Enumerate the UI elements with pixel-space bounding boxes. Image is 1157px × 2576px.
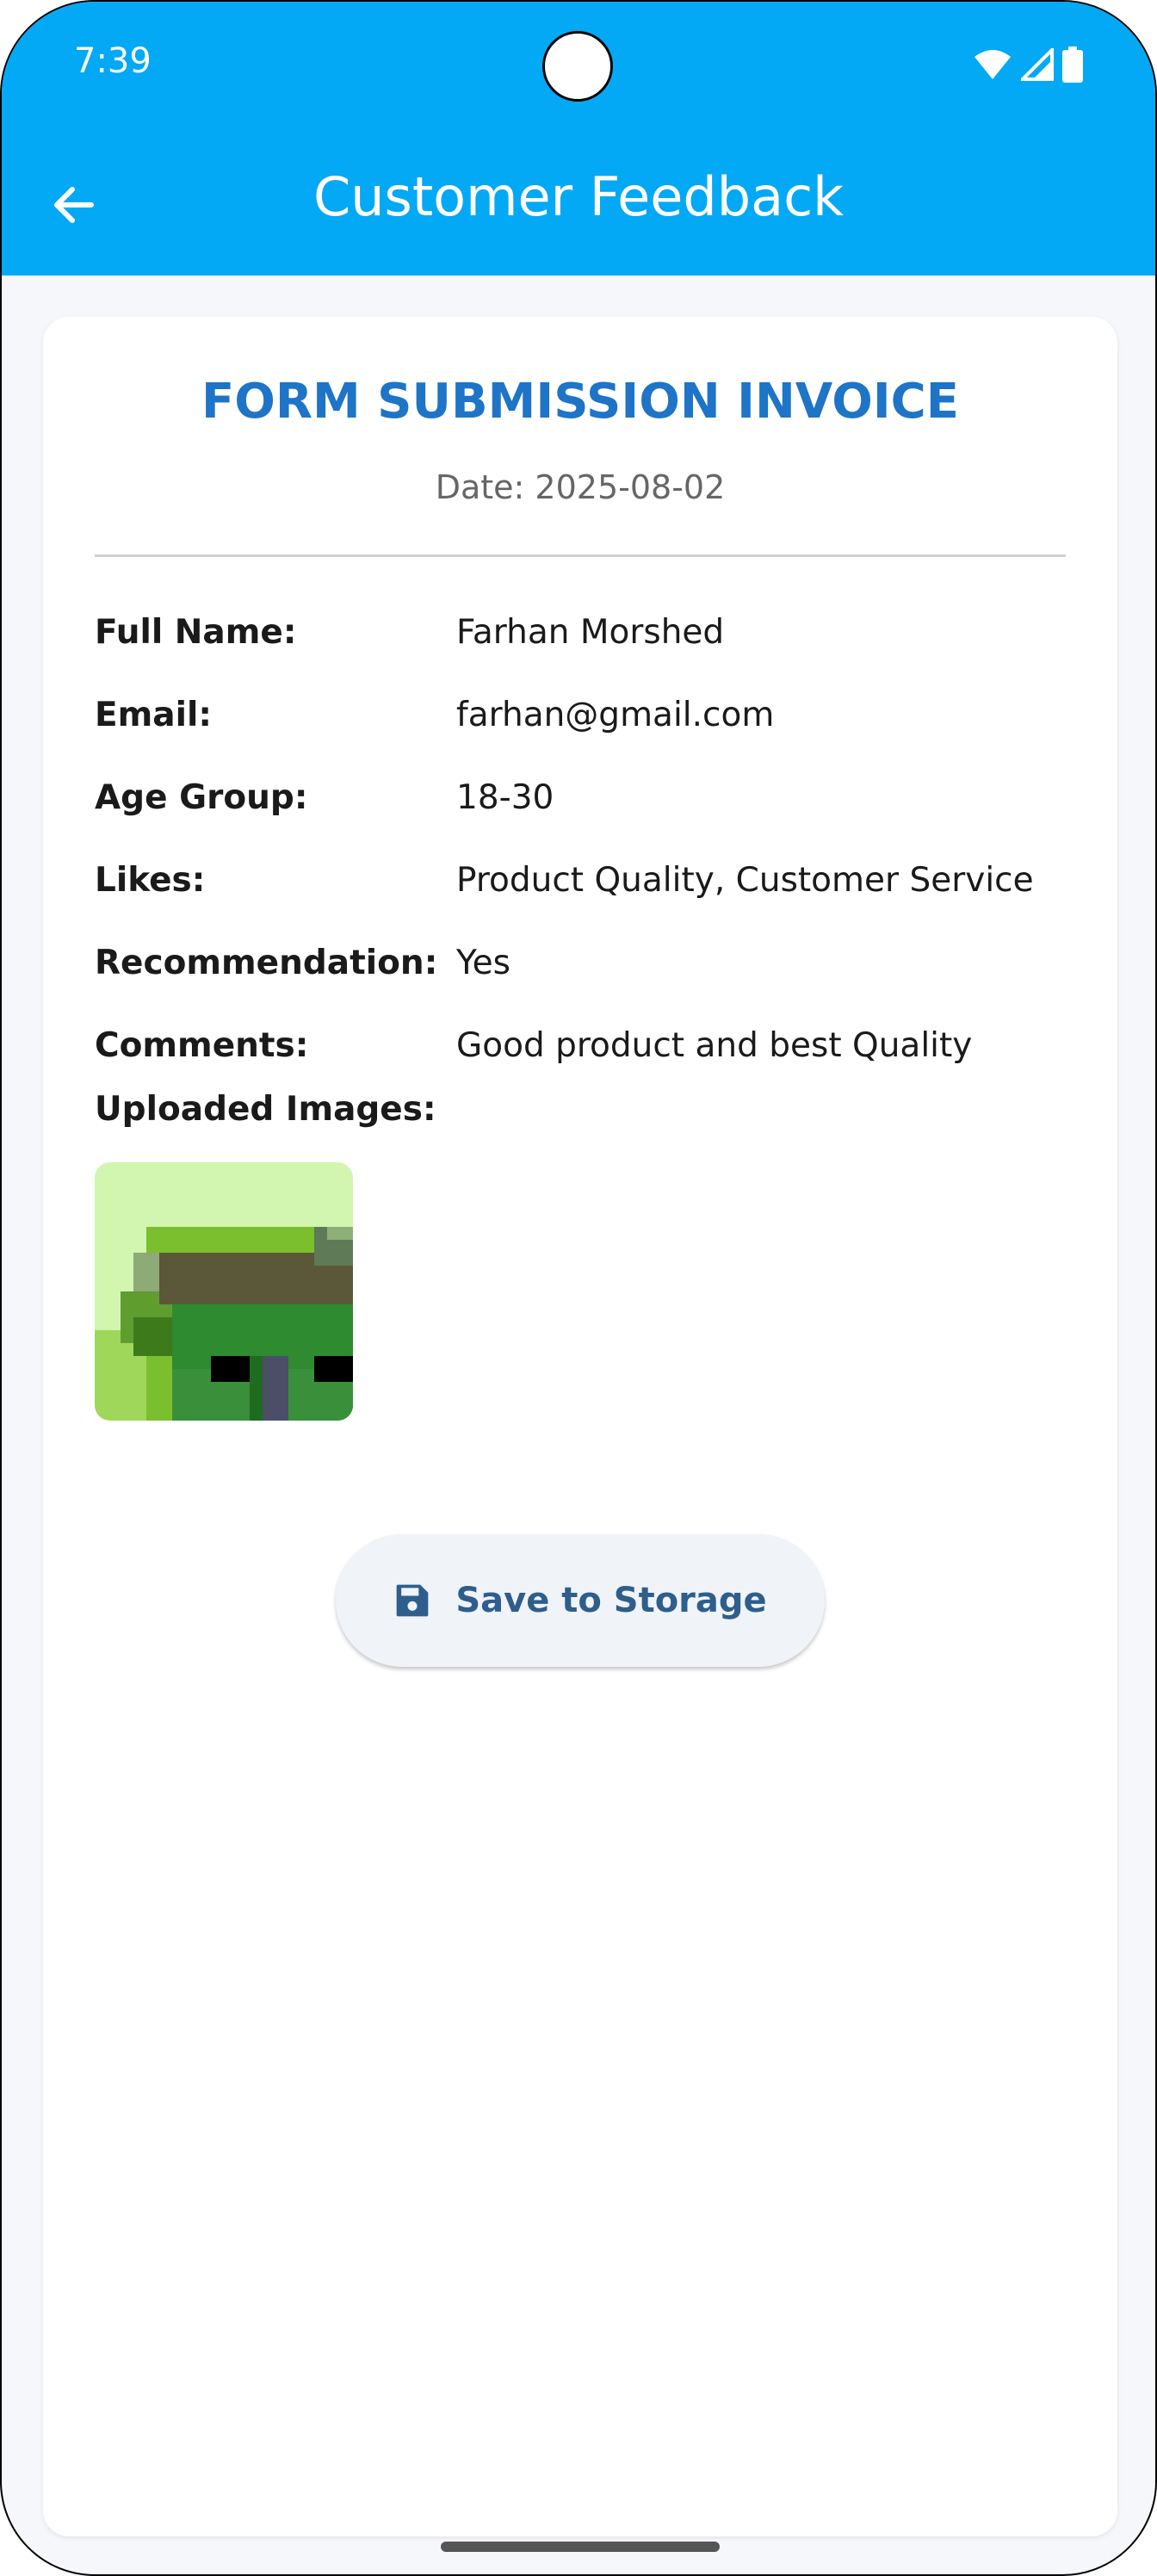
field-full-name: Full Name: Farhan Morshed bbox=[95, 613, 1076, 665]
field-label: Recommendation: bbox=[95, 944, 438, 982]
phone-frame: 7:39 Customer Feedback FORM SUBMISSION I… bbox=[0, 0, 1157, 2576]
field-value: Product Quality, Customer Service bbox=[456, 861, 1034, 900]
field-label: Full Name: bbox=[95, 613, 297, 652]
uploaded-image-thumbnail[interactable] bbox=[95, 1162, 353, 1421]
field-age-group: Age Group: 18-30 bbox=[95, 778, 1076, 830]
camera-cutout bbox=[542, 31, 613, 102]
field-value: Farhan Morshed bbox=[456, 613, 725, 652]
field-value: 18-30 bbox=[456, 778, 554, 817]
field-value: Good product and best Quality bbox=[456, 1026, 973, 1065]
field-value: Yes bbox=[456, 944, 510, 982]
field-comments: Comments: Good product and best Quality bbox=[95, 1026, 1076, 1078]
save-button-label: Save to Storage bbox=[455, 1581, 767, 1620]
status-time: 7:39 bbox=[74, 41, 152, 81]
field-label: Email: bbox=[95, 696, 212, 734]
invoice-date: Date: 2025-08-02 bbox=[435, 468, 726, 506]
save-to-storage-button[interactable]: Save to Storage bbox=[336, 1534, 825, 1667]
field-value: farhan@gmail.com bbox=[456, 696, 775, 734]
invoice-title: FORM SUBMISSION INVOICE bbox=[201, 374, 960, 430]
signal-icon bbox=[1021, 48, 1054, 81]
divider bbox=[95, 554, 1066, 557]
field-label: Age Group: bbox=[95, 778, 308, 817]
field-label: Likes: bbox=[95, 861, 206, 900]
app-bar: 7:39 Customer Feedback bbox=[2, 2, 1155, 276]
battery-icon bbox=[1062, 46, 1083, 83]
save-icon bbox=[396, 1584, 429, 1617]
field-email: Email: farhan@gmail.com bbox=[95, 696, 1076, 747]
uploaded-images-label: Uploaded Images: bbox=[95, 1090, 436, 1129]
app-bar-title: Customer Feedback bbox=[312, 165, 845, 228]
wifi-icon bbox=[974, 50, 1011, 79]
field-likes: Likes: Product Quality, Customer Service bbox=[95, 861, 1076, 913]
status-icons bbox=[973, 46, 1083, 83]
home-indicator[interactable] bbox=[441, 2542, 720, 2552]
field-label: Comments: bbox=[95, 1026, 309, 1065]
pixel-art-image bbox=[95, 1162, 353, 1421]
invoice-card: FORM SUBMISSION INVOICE Date: 2025-08-02… bbox=[43, 317, 1117, 2536]
field-recommendation: Recommendation: Yes bbox=[95, 944, 1076, 995]
